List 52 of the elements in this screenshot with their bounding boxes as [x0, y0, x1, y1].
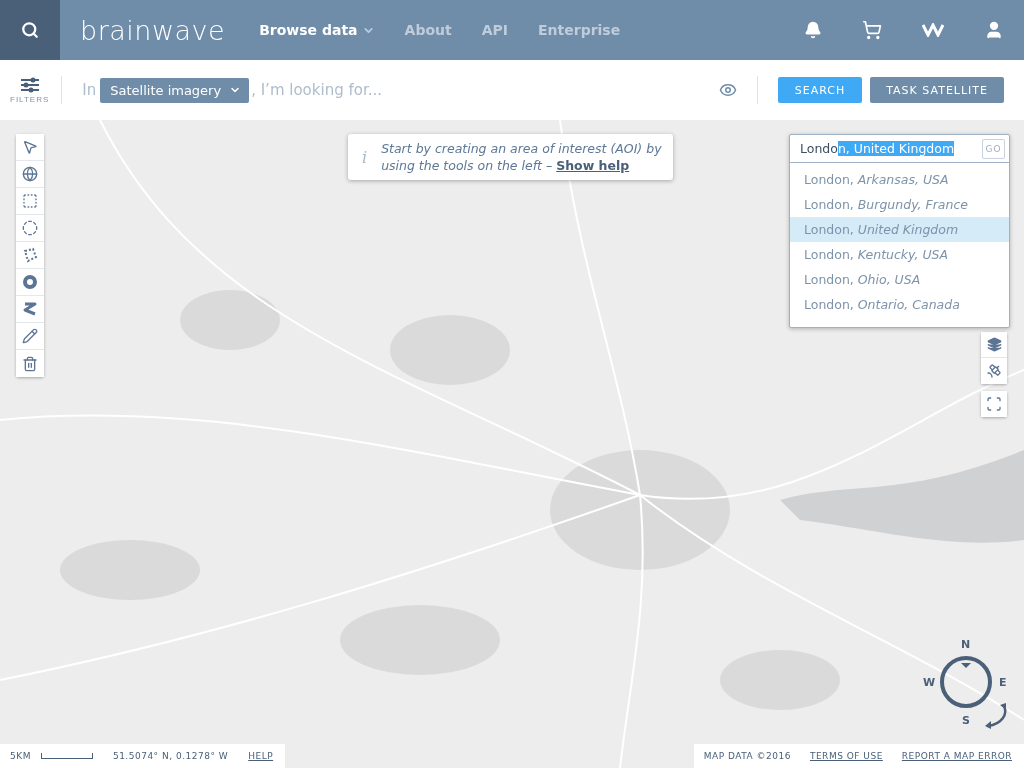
- filters-button[interactable]: FILTERS: [10, 76, 50, 104]
- compass-south: S: [962, 714, 970, 727]
- nav-link[interactable]: API: [481, 22, 508, 38]
- search-icon: [21, 21, 39, 39]
- eye-icon[interactable]: [718, 81, 737, 99]
- bell-icon[interactable]: [804, 21, 822, 39]
- info-text: Start by creating an area of interest (AOI) by using the tools on the left – Show help: [381, 140, 663, 174]
- compass-north: N: [961, 638, 971, 651]
- task-satellite-button[interactable]: TASK SATELLITE: [870, 77, 1004, 103]
- circle-tool-icon: [22, 220, 38, 236]
- map-data-text: MAP DATA ©2016: [703, 751, 791, 761]
- terms-link[interactable]: TERMS OF USE: [809, 751, 883, 761]
- compass-west: W: [923, 676, 936, 689]
- go-button[interactable]: GO: [982, 138, 1005, 159]
- nav-link[interactable]: Enterprise: [538, 22, 621, 38]
- rectangle-tool-icon: [22, 193, 38, 209]
- suggestion-item[interactable]: London, Ohio, USA: [790, 267, 1009, 292]
- nav-link[interactable]: Browse data: [259, 22, 375, 38]
- help-link[interactable]: HELP: [248, 751, 274, 761]
- coordinates-text: 51.5074° N, 0.1278° W: [112, 751, 229, 761]
- fullscreen-icon[interactable]: [986, 396, 1002, 412]
- suggestion-item[interactable]: London, Arkansas, USA: [790, 167, 1009, 192]
- prefix-label: In: [82, 81, 97, 99]
- show-help-link[interactable]: Show help: [556, 158, 630, 173]
- cart-icon[interactable]: [862, 20, 882, 40]
- trash-icon: [22, 355, 38, 372]
- search-button[interactable]: [0, 0, 60, 60]
- wave-logo-icon[interactable]: [922, 23, 944, 37]
- source-dropdown[interactable]: Satellite imagery: [100, 77, 250, 103]
- suggestion-item[interactable]: London, Burgundy, France: [790, 192, 1009, 217]
- nav-link[interactable]: About: [404, 22, 452, 38]
- compass-east: E: [999, 676, 1007, 689]
- sliders-icon: [19, 76, 40, 93]
- layers-icon[interactable]: [986, 337, 1002, 352]
- report-error-link[interactable]: REPORT A MAP ERROR: [901, 751, 1012, 761]
- satellite-icon[interactable]: [986, 363, 1002, 379]
- globe-icon: [22, 166, 38, 182]
- pencil-icon: [22, 328, 38, 344]
- user-icon[interactable]: [984, 20, 1004, 40]
- compass-icon[interactable]: [938, 654, 994, 710]
- scale-bar: [40, 753, 93, 759]
- info-icon: i: [362, 147, 368, 167]
- search-button[interactable]: SEARCH: [777, 77, 863, 103]
- polygon-tool-icon: [22, 247, 38, 263]
- scale-label: 5KM: [10, 751, 31, 761]
- pointer-icon: [22, 139, 38, 155]
- logo: brainwave: [80, 14, 226, 46]
- zigzag-tool-icon: [22, 301, 38, 317]
- suggestion-item[interactable]: London, United Kingdom: [790, 217, 1009, 242]
- ring-tool-icon: [22, 274, 38, 290]
- suggestion-item[interactable]: London, Kentucky, USA: [790, 242, 1009, 267]
- suggestion-item[interactable]: London, Ontario, Canada: [790, 292, 1009, 317]
